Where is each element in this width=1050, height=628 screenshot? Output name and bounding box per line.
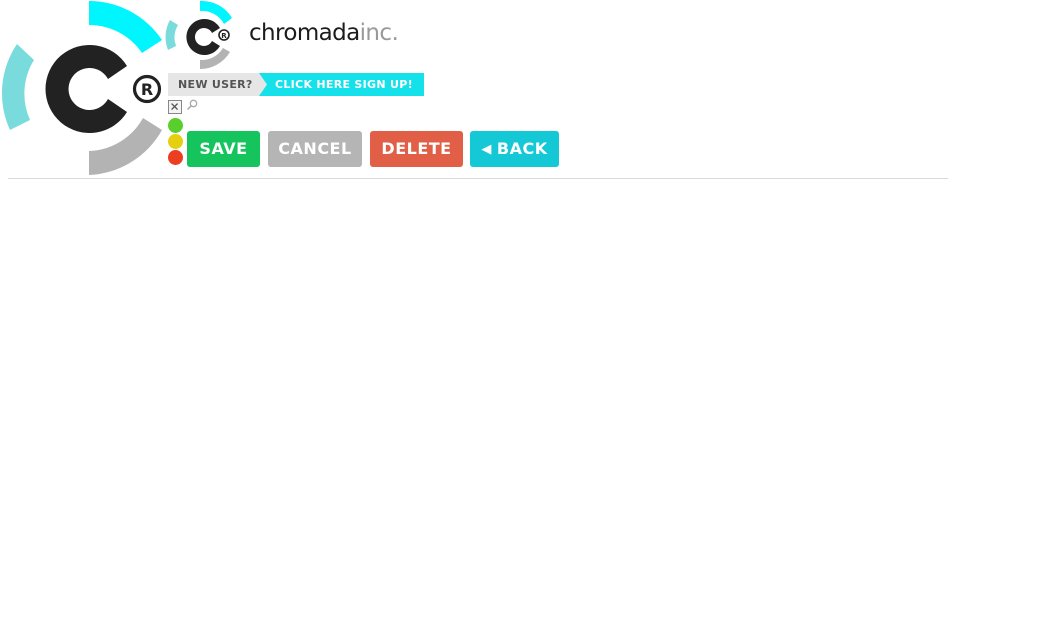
delete-button[interactable]: DELETE (370, 131, 463, 167)
search-icon[interactable] (186, 99, 198, 111)
new-user-label: NEW USER? (168, 73, 268, 96)
cancel-button-label: CANCEL (278, 139, 352, 158)
logo-small: R (165, 0, 232, 69)
wordmark-primary: chromada (249, 20, 360, 46)
svg-text:R: R (221, 32, 227, 40)
cancel-button[interactable]: CANCEL (268, 131, 362, 167)
save-button[interactable]: SAVE (187, 131, 260, 167)
status-dot-red (168, 150, 183, 165)
logo-arc-teal (1, 44, 34, 130)
signup-banner: NEW USER? CLICK HERE SIGN UP! (168, 73, 424, 96)
status-dot-green (168, 118, 183, 133)
wordmark-secondary: inc. (359, 20, 399, 46)
brand-wordmark: chromadainc. (249, 18, 399, 48)
logo-small-c-letter (186, 19, 220, 56)
close-icon[interactable] (168, 100, 182, 114)
back-button-label: BACK (496, 139, 548, 158)
back-button[interactable]: ◀ BACK (470, 131, 559, 167)
logo-large: R (1, 1, 162, 175)
logo-c-letter (45, 44, 128, 133)
save-button-label: SAVE (199, 139, 248, 158)
logo-small-arc-teal (165, 20, 178, 50)
chevron-left-icon: ◀ (481, 142, 492, 157)
svg-text:R: R (141, 80, 153, 99)
page: R R chromadainc. NEW USER? CLICK HERE SI… (0, 0, 1050, 628)
logo-arc-cyan (89, 1, 162, 53)
divider (8, 178, 948, 179)
delete-button-label: DELETE (381, 139, 452, 158)
status-dot-yellow (168, 134, 183, 149)
signup-link[interactable]: CLICK HERE SIGN UP! (259, 73, 424, 96)
